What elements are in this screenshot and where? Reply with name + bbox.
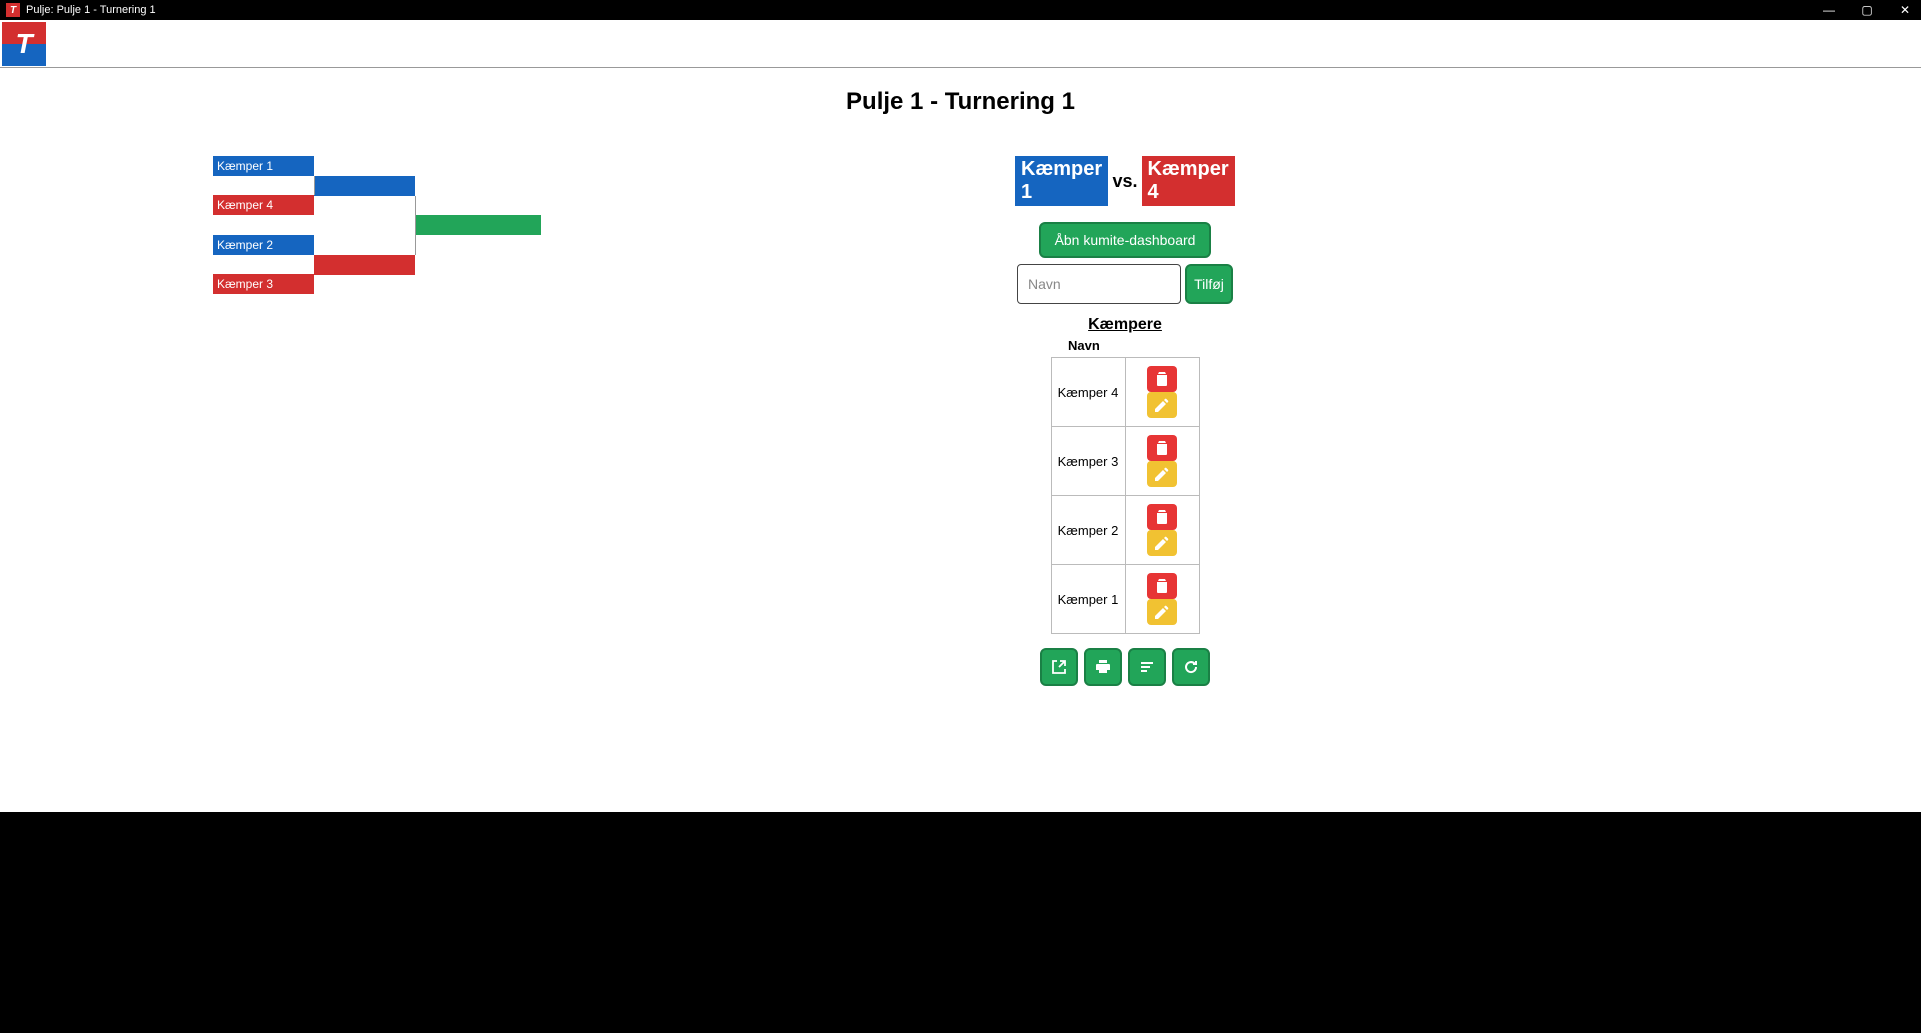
bracket-slot-r1-2[interactable]: Kæmper 4: [213, 195, 314, 215]
add-fighter-button[interactable]: Tilføj: [1185, 264, 1233, 304]
name-column-header: Navn: [1050, 338, 1200, 353]
edit-fighter-button[interactable]: [1147, 461, 1177, 487]
sort-button[interactable]: [1128, 648, 1166, 686]
bottom-actions: [1040, 648, 1210, 686]
pencil-icon: [1155, 536, 1169, 550]
print-button[interactable]: [1084, 648, 1122, 686]
app-window: Pulje 1 - Turnering 1 Kæmper 1 Kæmper 4 …: [0, 20, 1921, 812]
maximize-button[interactable]: ▢: [1857, 3, 1877, 17]
table-row: Kæmper 1: [1051, 565, 1199, 634]
trash-icon: [1156, 372, 1168, 386]
fighter-name-cell: Kæmper 4: [1051, 358, 1125, 427]
fighter-name-input[interactable]: [1017, 264, 1181, 304]
delete-fighter-button[interactable]: [1147, 366, 1177, 392]
sort-icon: [1139, 659, 1155, 675]
pencil-icon: [1155, 398, 1169, 412]
fighters-heading: Kæmpere: [1088, 316, 1162, 334]
table-row: Kæmper 2: [1051, 496, 1199, 565]
app-icon-small: T: [6, 3, 20, 17]
fighter-name-cell: Kæmper 3: [1051, 427, 1125, 496]
bracket-area: Kæmper 1 Kæmper 4 Kæmper 2 Kæmper 3: [0, 156, 1015, 818]
bracket-slot-r1-3[interactable]: Kæmper 2: [213, 235, 314, 255]
open-external-button[interactable]: [1040, 648, 1078, 686]
page-title: Pulje 1 - Turnering 1: [0, 88, 1921, 116]
delete-fighter-button[interactable]: [1147, 435, 1177, 461]
table-row: Kæmper 3: [1051, 427, 1199, 496]
table-row: Kæmper 4: [1051, 358, 1199, 427]
open-dashboard-button[interactable]: Åbn kumite-dashboard: [1039, 222, 1212, 258]
refresh-icon: [1183, 659, 1199, 675]
bracket-slot-r1-4[interactable]: Kæmper 3: [213, 274, 314, 294]
edit-fighter-button[interactable]: [1147, 392, 1177, 418]
edit-fighter-button[interactable]: [1147, 530, 1177, 556]
fighter-name-cell: Kæmper 2: [1051, 496, 1125, 565]
trash-icon: [1156, 441, 1168, 455]
edit-fighter-button[interactable]: [1147, 599, 1177, 625]
open-external-icon: [1051, 659, 1067, 675]
minimize-button[interactable]: —: [1819, 3, 1839, 17]
pencil-icon: [1155, 605, 1169, 619]
delete-fighter-button[interactable]: [1147, 573, 1177, 599]
refresh-button[interactable]: [1172, 648, 1210, 686]
app-logo[interactable]: [2, 22, 46, 66]
titlebar: T Pulje: Pulje 1 - Turnering 1 — ▢ ✕: [0, 0, 1921, 20]
window-title: Pulje: Pulje 1 - Turnering 1: [26, 4, 156, 16]
blue-fighter-badge: Kæmper 1: [1015, 156, 1108, 206]
vs-label: vs.: [1112, 171, 1137, 192]
bracket-slot-final[interactable]: [415, 215, 541, 235]
bracket-connector: [415, 196, 416, 255]
fighter-name-cell: Kæmper 1: [1051, 565, 1125, 634]
print-icon: [1095, 659, 1111, 675]
red-fighter-badge: Kæmper 4: [1142, 156, 1235, 206]
bracket-slot-r2-1[interactable]: [314, 176, 415, 196]
match-vs-row: Kæmper 1 vs. Kæmper 4: [1015, 156, 1235, 206]
bracket-connector: [314, 176, 315, 195]
close-button[interactable]: ✕: [1895, 3, 1915, 17]
fighters-table: Kæmper 4 Kæmper 3: [1051, 357, 1200, 634]
sidebar: Kæmper 1 vs. Kæmper 4 Åbn kumite-dashboa…: [1015, 156, 1235, 818]
delete-fighter-button[interactable]: [1147, 504, 1177, 530]
bracket-slot-r2-2[interactable]: [314, 255, 415, 275]
trash-icon: [1156, 510, 1168, 524]
trash-icon: [1156, 579, 1168, 593]
app-toolbar: [0, 20, 1921, 68]
pencil-icon: [1155, 467, 1169, 481]
bracket-slot-r1-1[interactable]: Kæmper 1: [213, 156, 314, 176]
